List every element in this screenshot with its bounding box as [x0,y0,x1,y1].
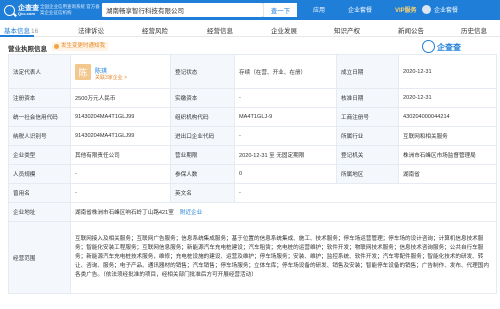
staff-label: 人员规模 [8,164,71,184]
notify-badge[interactable]: 发生变更时通知我 [52,42,109,51]
tab-operation[interactable]: 经营信息 [207,25,233,35]
approval-label: 核准日期 [336,88,399,108]
reg-cap-label: 注册资本 [8,88,71,108]
biz-reg-value: 430204000044214 [398,107,497,127]
industry-value: 互联网和相关服务 [398,126,497,146]
staff-value: - [70,164,171,184]
table-row: 曾用名 - 英文名 - [8,183,497,203]
tab-risk[interactable]: 经营风险 [142,25,168,35]
user-menu[interactable]: 企业套餐 [434,5,458,14]
active-tab-indicator [0,35,34,37]
scope-value: 互联网接入及相关服务；互联网广告服务；信息系统集成服务；基于位置的信息系统集成、… [70,221,497,294]
user-avatar[interactable] [422,5,431,14]
license-info-table: 法定代表人 陈 陈琪 关联3家企业 > 登记状态 存续（在营、开业、在册） 成立… [8,54,497,294]
org-code-value: MA4T1GLJ-9 [234,107,337,127]
insured-value: 0 [234,164,337,184]
scope-label: 经营范围 [8,221,71,294]
qcc-watermark-text: 企查查 [437,43,461,52]
table-row: 企业类型 其他有限责任公司 营业期限 2020-12-31 至 无固定期限 登记… [8,145,497,165]
authority-value: 株洲市石峰区市场监督管理局 [398,145,497,165]
tab-legal[interactable]: 法律诉讼 [78,25,104,35]
legal-rep-cell: 陈 陈琪 关联3家企业 > [70,54,171,89]
address-cell: 湖南省株洲市石峰区响石岭丁山路421室 附近企业 [70,202,497,222]
authority-label: 登记机关 [336,145,399,165]
industry-label: 所属行业 [336,126,399,146]
table-row: 注册资本 2500万元人民币 实缴资本 - 核准日期 2020-12-31 [8,88,497,108]
insured-label: 参保人数 [170,164,235,184]
tab-news[interactable]: 新闻公告 [398,25,424,35]
address-label: 企业地址 [8,202,71,222]
top-header: 企查查 Qcc.com 全国企业信用查询系统 官方备案企业征信机构 湖南畅享智行… [0,0,500,20]
type-label: 企业类型 [8,145,71,165]
rep-avatar: 陈 [75,64,91,80]
import-code-label: 进出口企业代码 [170,126,235,146]
qcc-watermark-icon [422,40,435,53]
biz-reg-label: 工商注册号 [336,107,399,127]
former-name-value: - [70,183,171,203]
former-name-label: 曾用名 [8,183,71,203]
region-label: 所属地区 [336,164,399,184]
paid-cap-label: 实缴资本 [170,88,235,108]
english-name-label: 英文名 [170,183,235,203]
taxpayer-label: 纳税人识别号 [8,126,71,146]
nav-enterprise-package[interactable]: 企业套餐 [348,5,372,14]
logo-sub: Qcc.com [18,10,35,16]
tab-history[interactable]: 历史信息 [461,25,487,35]
table-row: 法定代表人 陈 陈琪 关联3家企业 > 登记状态 存续（在营、开业、在册） 成立… [8,54,497,89]
rep-related-link[interactable]: 关联3家企业 > [95,74,127,81]
magnifier-logo-icon [4,4,15,16]
legal-rep-label: 法定代表人 [8,54,71,89]
tab-basic-info[interactable]: 基本信息16 [4,25,38,35]
table-row: 纳税人识别号 91430204MA4T1GLJ99 进出口企业代码 - 所属行业… [8,126,497,146]
org-code-label: 组织机构代码 [170,107,235,127]
company-tabs: 基本信息16 法律诉讼 经营风险 经营信息 企业发展 知识产权 新闻公告 历史信… [0,20,500,37]
slogan: 全国企业信用查询系统 官方备案企业征信机构 [40,4,100,15]
qcc-logo[interactable]: 企查查 Qcc.com [4,3,39,17]
term-value: 2020-12-31 至 无固定期限 [234,145,337,165]
search-input[interactable]: 湖南畅享智行科技有限公司 [102,3,263,17]
nearby-companies-link[interactable]: 附近企业 [180,210,202,216]
tab-development[interactable]: 企业发展 [271,25,297,35]
reg-status-label: 登记状态 [170,54,235,89]
search-button[interactable]: 查一下 [263,3,297,17]
term-label: 营业期限 [170,145,235,165]
type-value: 其他有限责任公司 [70,145,171,165]
table-row: 人员规模 - 参保人数 0 所属地区 湖南省 [8,164,497,184]
nav-apps[interactable]: 应用 [313,5,325,14]
section-title: 营业执照信息 [8,46,47,53]
credit-code-value: 91430204MA4T1GLJ99 [70,107,171,127]
paid-cap-value: - [234,88,337,108]
founded-label: 成立日期 [336,54,399,89]
taxpayer-value: 91430204MA4T1GLJ99 [70,126,171,146]
credit-code-label: 统一社会信用代码 [8,107,71,127]
reg-status-value: 存续（在营、开业、在册） [234,54,337,89]
import-code-value: - [234,126,337,146]
english-name-value: - [234,183,497,203]
approval-value: 2020-12-31 [398,88,497,108]
table-row: 统一社会信用代码 91430204MA4T1GLJ99 组织机构代码 MA4T1… [8,107,497,127]
reg-cap-value: 2500万元人民币 [70,88,171,108]
founded-value: 2020-12-31 [398,54,497,89]
table-row: 企业地址 湖南省株洲市石峰区响石岭丁山路421室 附近企业 [8,202,497,222]
table-row: 经营范围 互联网接入及相关服务；互联网广告服务；信息系统集成服务；基于位置的信息… [8,221,497,294]
address-value: 湖南省株洲市石峰区响石岭丁山路421室 [75,210,174,216]
tab-ip[interactable]: 知识产权 [334,25,360,35]
region-value: 湖南省 [398,164,497,184]
nav-vip[interactable]: VIP服务 [395,5,417,14]
